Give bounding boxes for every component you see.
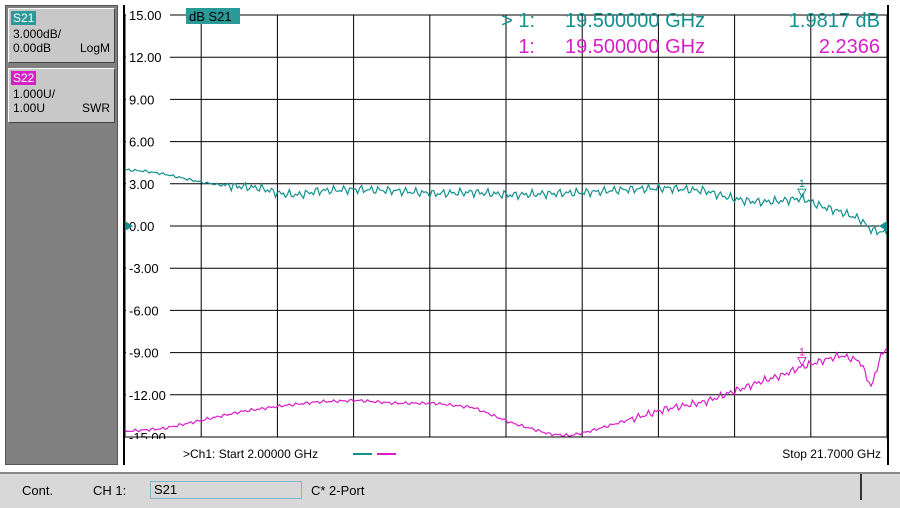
y-tick-label: -6.00 <box>129 303 159 318</box>
active-trace-label: dB S21 <box>189 9 232 24</box>
trace-s21-scale: 3.000dB/ <box>13 27 62 41</box>
sweep-mode-label[interactable]: Cont. <box>22 483 53 499</box>
y-tick-label: -12.00 <box>129 388 166 403</box>
trace-s21-box[interactable]: S21 3.000dB/ 0.00dB LogM <box>8 8 115 63</box>
trace-s21-ref: 0.00dB <box>13 41 52 55</box>
y-tick-label: 3.00 <box>129 177 154 192</box>
trace-s21-tag: S21 <box>11 11 37 25</box>
trace-s22-format: SWR <box>82 101 110 115</box>
active-parameter-field[interactable]: S21 <box>150 481 302 499</box>
marker-readout-freq: 19.500000 GHz <box>565 36 705 58</box>
trace-s21-format: LogM <box>79 41 110 55</box>
analyzer-window: S21 3.000dB/ 0.00dB LogM S22 1.000U/ 1.0… <box>0 0 900 508</box>
y-tick-label: 0.00 <box>129 219 154 234</box>
y-tick-label: 15.00 <box>129 8 162 23</box>
marker-readout-freq: 19.500000 GHz <box>565 10 705 32</box>
y-tick-label: 6.00 <box>129 135 154 150</box>
trace-s22-ref: 1.00U <box>13 101 46 115</box>
channel-label: CH 1: <box>93 483 127 498</box>
y-tick-label: 9.00 <box>129 92 154 107</box>
marker-readout-prefix: > 1: <box>501 10 535 32</box>
plot-area[interactable]: 15.00 12.00 9.00 6.00 3.00 0.00 -3.00 -6.00 -9.0… <box>123 5 889 465</box>
marker-readout-prefix: 1: <box>518 36 535 58</box>
marker-readout-value: 2.2366 <box>819 36 880 58</box>
calibration-status: C* 2-Port <box>311 483 365 498</box>
status-divider <box>860 474 862 500</box>
y-tick-label: -3.00 <box>129 261 159 276</box>
status-bar: Cont. CH 1: S21 C* 2-Port <box>0 472 900 508</box>
ref-level-arrow-s21-right <box>879 221 887 231</box>
y-tick-label: 12.00 <box>129 50 162 65</box>
trace-s22-tag: S22 <box>11 71 37 85</box>
trace-status-panel: S21 3.000dB/ 0.00dB LogM S22 1.000U/ 1.0… <box>5 5 118 465</box>
y-tick-label: -9.00 <box>129 346 159 361</box>
trace-s22-box[interactable]: S22 1.000U/ 1.00U SWR <box>8 68 115 123</box>
marker-s22-number: 1 <box>799 347 805 359</box>
trace-s22-scale: 1.000U/ <box>13 87 56 101</box>
marker-s21-number: 1 <box>799 178 805 190</box>
start-frequency-label: >Ch1: Start 2.00000 GHz <box>183 447 318 461</box>
marker-readout-value: 1.9817 dB <box>789 10 880 32</box>
measurement-chart: 15.00 12.00 9.00 6.00 3.00 0.00 -3.00 -6.00 -9.0… <box>125 7 887 463</box>
stop-frequency-label: Stop 21.7000 GHz <box>782 447 881 461</box>
